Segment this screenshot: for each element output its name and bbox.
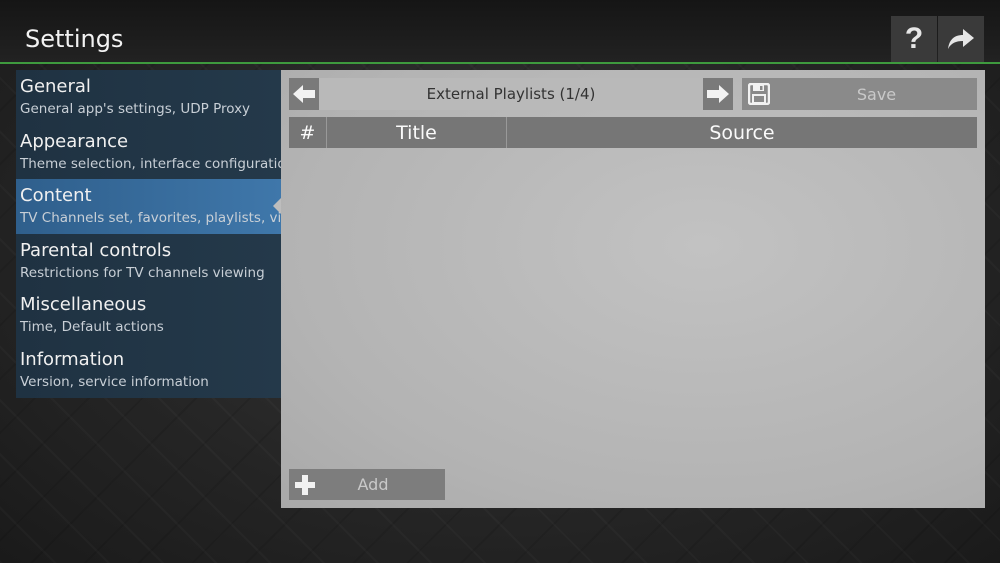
plus-icon	[289, 474, 321, 495]
settings-sidebar: General General app's settings, UDP Prox…	[16, 70, 281, 398]
sidebar-item-appearance[interactable]: Appearance Theme selection, interface co…	[16, 125, 281, 180]
playlist-table-header: # Title Source	[289, 117, 977, 148]
sidebar-item-title: Miscellaneous	[20, 294, 147, 316]
sidebar-item-parental-controls[interactable]: Parental controls Restrictions for TV ch…	[16, 234, 281, 289]
sidebar-item-title: Content	[20, 185, 92, 207]
column-header-source[interactable]: Source	[507, 117, 977, 148]
sidebar-item-title: General	[20, 76, 91, 97]
sidebar-item-subtitle: Theme selection, interface configuration	[20, 155, 281, 172]
save-button-label: Save	[856, 84, 897, 104]
page-title: Settings	[25, 25, 124, 53]
add-playlist-button[interactable]: Add	[289, 469, 445, 500]
column-header-title[interactable]: Title	[327, 117, 507, 148]
sidebar-item-subtitle: Restrictions for TV channels viewing	[20, 264, 265, 281]
floppy-disk-icon	[742, 83, 776, 105]
next-page-button[interactable]	[703, 78, 733, 110]
sidebar-item-miscellaneous[interactable]: Miscellaneous Time, Default actions	[16, 288, 281, 343]
previous-page-button[interactable]	[289, 78, 319, 110]
question-mark-icon: ?	[904, 22, 924, 55]
save-button[interactable]: Save	[742, 78, 977, 110]
share-arrow-icon	[948, 29, 974, 49]
column-header-number[interactable]: #	[289, 117, 327, 148]
sidebar-item-subtitle: General app's settings, UDP Proxy	[20, 101, 251, 117]
pager-label: External Playlists (1/4)	[319, 78, 703, 110]
help-button[interactable]: ?	[891, 16, 937, 62]
sidebar-item-subtitle: TV Channels set, favorites, playlists, v…	[20, 210, 281, 227]
sidebar-item-subtitle: Version, service information	[20, 373, 209, 390]
sidebar-item-title: Appearance	[20, 130, 129, 152]
sidebar-item-content[interactable]: Content TV Channels set, favorites, play…	[16, 179, 281, 234]
app-header: Settings ?	[0, 0, 1000, 64]
sidebar-item-general[interactable]: General General app's settings, UDP Prox…	[16, 70, 281, 125]
sidebar-item-title: Information	[20, 348, 125, 370]
exit-button[interactable]	[938, 16, 984, 62]
arrow-left-icon	[293, 85, 315, 103]
arrow-right-icon	[707, 85, 729, 103]
sidebar-item-subtitle: Time, Default actions	[20, 319, 164, 336]
add-button-label: Add	[357, 475, 389, 494]
content-panel: External Playlists (1/4) Save # Title So…	[281, 70, 985, 508]
sidebar-item-title: Parental controls	[20, 239, 172, 261]
sidebar-item-information[interactable]: Information Version, service information	[16, 343, 281, 398]
